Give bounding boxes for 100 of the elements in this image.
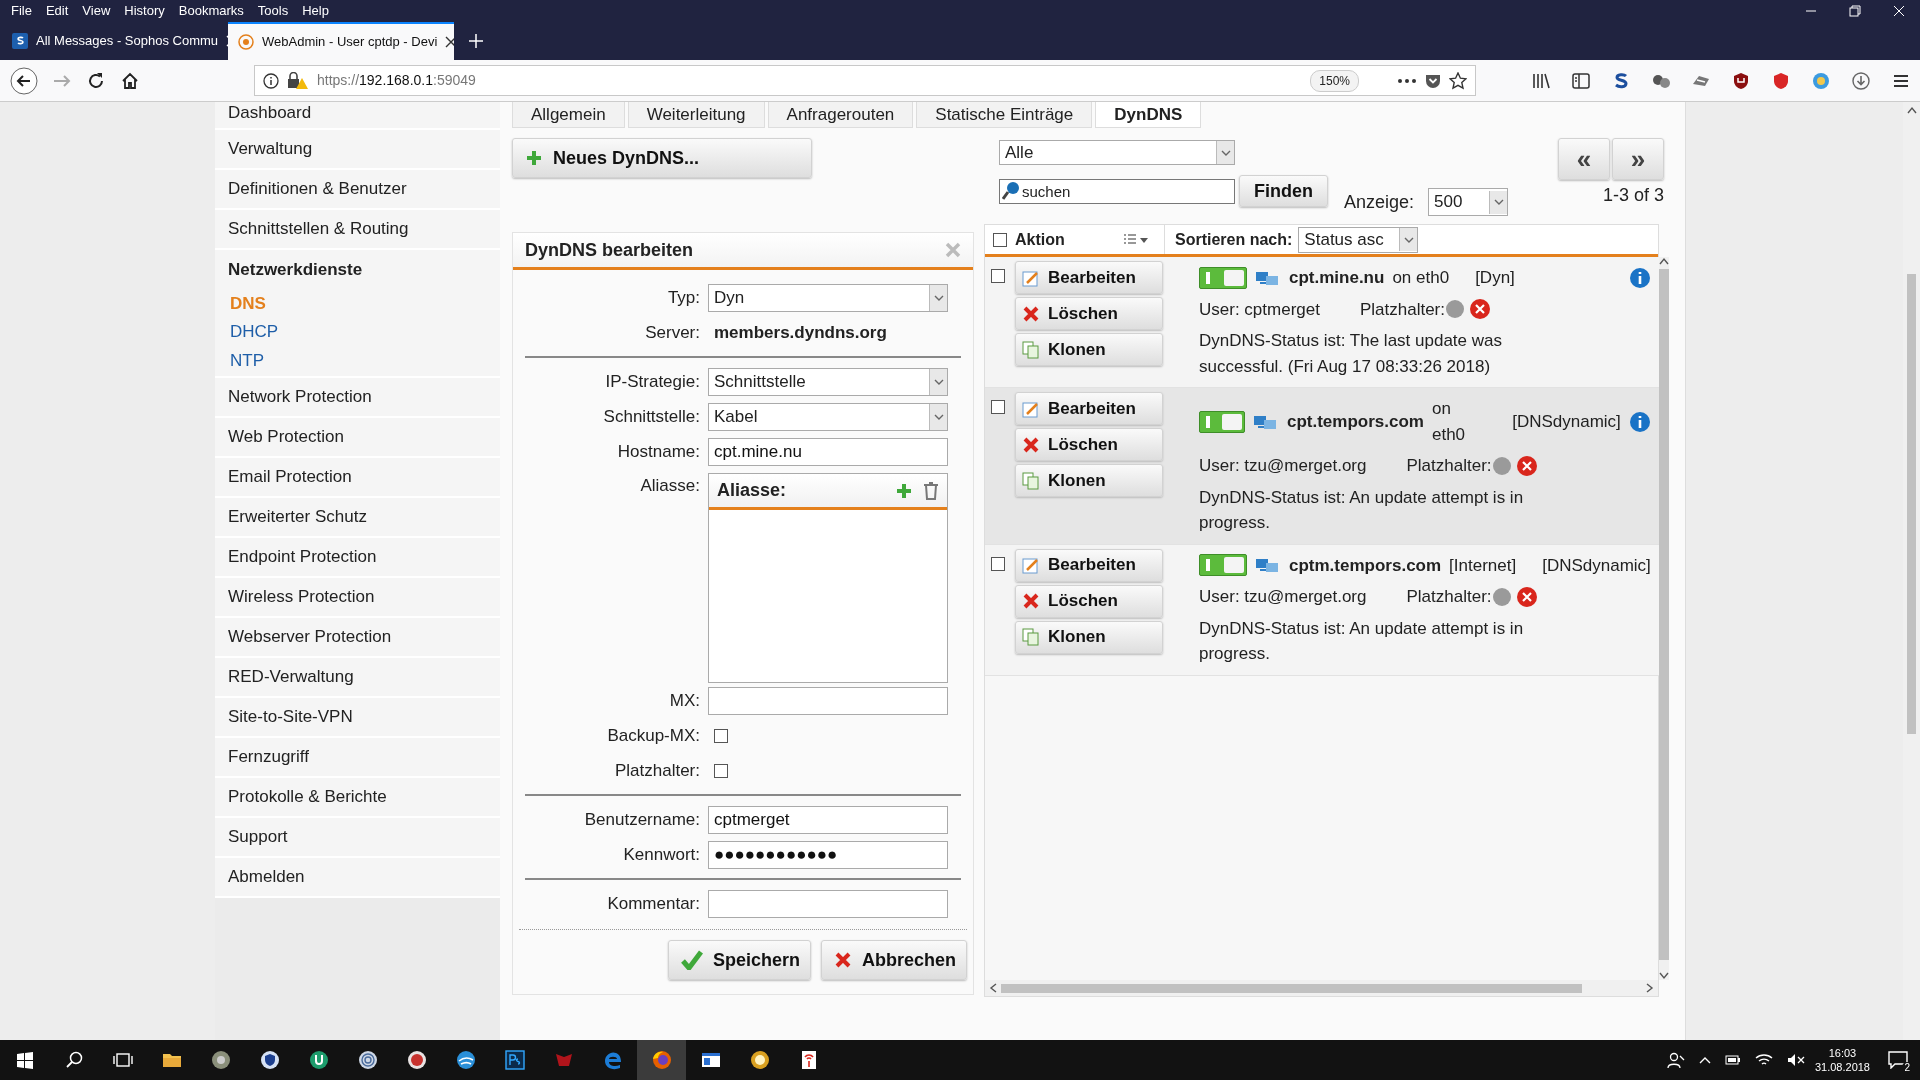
input-field[interactable]: cptmerget — [708, 805, 948, 834]
menu-item[interactable]: Tools — [250, 0, 296, 23]
pocket-icon[interactable] — [1425, 72, 1441, 89]
checkbox[interactable] — [714, 728, 728, 743]
search-icon[interactable] — [64, 1051, 83, 1069]
find-button[interactable]: Finden — [1239, 175, 1328, 207]
shield-icon[interactable] — [1772, 71, 1790, 90]
checkbox[interactable] — [993, 232, 1007, 247]
delete-button[interactable]: Löschen — [1015, 297, 1163, 330]
shield-icon[interactable] — [1732, 71, 1750, 90]
dropdown[interactable]: Schnittstelle — [708, 367, 948, 396]
scroll-right-icon[interactable] — [1646, 983, 1654, 993]
star-icon[interactable] — [1449, 71, 1467, 90]
battery-icon[interactable] — [1724, 1055, 1741, 1065]
clone-button[interactable]: Klonen — [1015, 620, 1163, 654]
checkbox[interactable] — [991, 400, 1005, 414]
trash-icon[interactable] — [923, 481, 939, 500]
scroll-down-icon[interactable] — [1658, 972, 1669, 980]
remove-icon[interactable] — [1515, 454, 1538, 477]
checkbox[interactable] — [991, 556, 1005, 571]
vertical-scrollbar[interactable] — [1658, 257, 1669, 980]
sidebar-item[interactable]: Email Protection — [215, 458, 500, 498]
toggle-switch[interactable] — [1199, 266, 1247, 289]
input-field[interactable]: ●●●●●●●●●●●● — [708, 840, 948, 869]
menu-item[interactable]: Bookmarks — [171, 0, 251, 23]
back-icon[interactable] — [10, 66, 38, 95]
input-field[interactable] — [708, 889, 948, 918]
sidebar-item[interactable]: Erweiterter Schutz — [215, 498, 500, 538]
edit-button[interactable]: Bearbeiten — [1015, 261, 1163, 294]
filter-dropdown[interactable]: Alle — [999, 140, 1235, 165]
people-icon[interactable] — [1666, 1051, 1685, 1069]
new-tab-icon[interactable] — [468, 33, 484, 49]
scroll-left-icon[interactable] — [989, 983, 997, 993]
page-tab[interactable]: Weiterleitung — [627, 102, 765, 128]
remove-icon[interactable] — [1469, 298, 1491, 321]
sort-dropdown[interactable]: Status asc — [1298, 226, 1419, 253]
browser-tab[interactable]: WebAdmin - User cptdp - Devi — [228, 22, 454, 60]
remove-icon[interactable] — [1515, 585, 1538, 608]
sidebar-item[interactable]: Web Protection — [215, 418, 500, 458]
alias-list[interactable]: Aliasse: — [708, 473, 948, 683]
reload-icon[interactable] — [86, 70, 106, 91]
address-text[interactable]: https://192.168.0.1:59049 — [317, 70, 476, 91]
search-field[interactable]: suchen — [999, 178, 1235, 204]
home-icon[interactable] — [120, 70, 140, 91]
scroll-up-icon[interactable] — [1658, 257, 1669, 265]
sidebar-item[interactable]: Network Protection — [215, 378, 500, 418]
input-field[interactable] — [708, 686, 948, 715]
toggle-switch[interactable] — [1199, 410, 1245, 433]
input-field[interactable]: cpt.mine.nu — [708, 437, 948, 466]
clone-button[interactable]: Klonen — [1015, 464, 1163, 497]
dropdown[interactable]: Dyn — [708, 283, 948, 312]
sidebar-subitem[interactable]: DHCP — [215, 318, 500, 346]
info-icon[interactable] — [263, 72, 279, 89]
restore-icon[interactable] — [1848, 4, 1862, 18]
clock-date[interactable]: 31.08.2018 — [1814, 1060, 1870, 1074]
zoom-level[interactable]: 150% — [1310, 69, 1359, 92]
horizontal-scrollbar[interactable] — [985, 980, 1658, 996]
globe-icon[interactable] — [1812, 71, 1830, 90]
sidebar-item[interactable]: Endpoint Protection — [215, 538, 500, 578]
dropdown[interactable]: Kabel — [708, 402, 948, 431]
menu-item[interactable]: History — [117, 0, 172, 23]
sidebar-icon[interactable] — [1572, 71, 1590, 90]
menu-item[interactable]: View — [75, 0, 118, 23]
task-view-icon[interactable] — [112, 1051, 133, 1069]
edit-button[interactable]: Bearbeiten — [1015, 392, 1163, 425]
page-tab[interactable]: Allgemein — [512, 102, 625, 128]
sidebar-item[interactable]: Webserver Protection — [215, 618, 500, 658]
chevron-up-icon[interactable] — [1698, 1056, 1711, 1064]
sidebar-item[interactable]: Abmelden — [215, 858, 500, 898]
sidebar-item[interactable]: Fernzugriff — [215, 738, 500, 778]
menu-item[interactable]: File — [4, 0, 39, 23]
clone-button[interactable]: Klonen — [1015, 333, 1163, 366]
scroll-up-icon[interactable] — [1906, 106, 1917, 114]
plus-icon[interactable] — [895, 481, 913, 500]
more-icon[interactable] — [1397, 77, 1417, 84]
sidebar-item[interactable]: Schnittstellen & Routing — [215, 210, 500, 250]
sidebar-subitem[interactable]: NTP — [215, 346, 500, 378]
checkbox[interactable] — [991, 269, 1005, 283]
s-logo-icon[interactable] — [1612, 71, 1630, 90]
save-button[interactable]: Speichern — [667, 940, 811, 980]
sidebar-item[interactable]: Wireless Protection — [215, 578, 500, 618]
wifi-icon[interactable] — [1754, 1053, 1773, 1067]
list-menu-icon[interactable] — [1122, 232, 1150, 247]
sidebar-item[interactable]: Protokolle & Berichte — [215, 778, 500, 818]
speaker-muted-icon[interactable] — [1786, 1053, 1805, 1067]
sidebar-item[interactable]: Definitionen & Benutzer — [215, 170, 500, 210]
delete-button[interactable]: Löschen — [1015, 584, 1163, 618]
next-page-button[interactable]: » — [1612, 138, 1664, 180]
new-dyndns-button[interactable]: Neues DynDNS... — [512, 138, 812, 178]
download-icon[interactable] — [1852, 71, 1870, 90]
sidebar-item[interactable]: Site-to-Site-VPN — [215, 698, 500, 738]
page-tab[interactable]: DynDNS — [1095, 102, 1202, 128]
sidebar-item[interactable]: RED-Verwaltung — [215, 658, 500, 698]
menu-item[interactable]: Edit — [38, 0, 76, 23]
checkbox[interactable] — [714, 763, 728, 778]
clock-time[interactable]: 16:03 — [1814, 1046, 1870, 1060]
page-size-dropdown[interactable]: 500 — [1428, 188, 1509, 216]
page-tab[interactable]: Anfragerouten — [767, 102, 914, 128]
menu-item[interactable]: Help — [295, 0, 336, 23]
sidebar-item[interactable]: Dashboard — [215, 102, 500, 130]
